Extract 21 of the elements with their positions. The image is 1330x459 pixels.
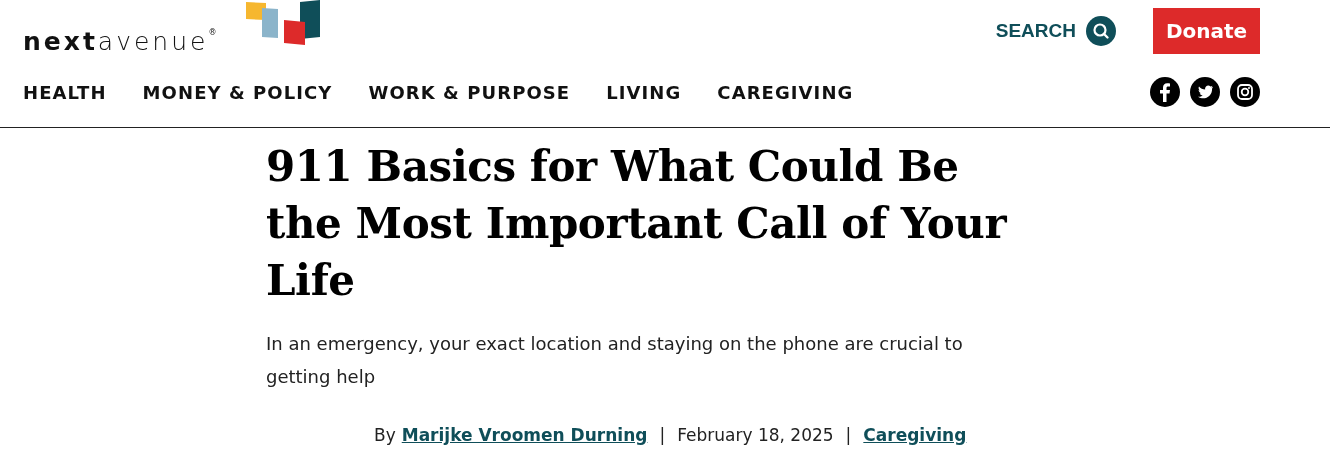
nav-link[interactable]: CAREGIVING bbox=[717, 78, 854, 106]
donate-button[interactable]: Donate bbox=[1153, 8, 1260, 54]
camera-icon[interactable] bbox=[1230, 77, 1260, 107]
publish-date: February 18, 2025 bbox=[677, 424, 834, 447]
bird-icon[interactable] bbox=[1190, 77, 1220, 107]
separator: | bbox=[659, 424, 666, 447]
category-link[interactable]: Caregiving bbox=[863, 423, 967, 449]
article-title: 911 Basics for What Could Be the Most Important Call of Your Life bbox=[266, 141, 1008, 307]
search-button[interactable]: SEARCH bbox=[995, 16, 1116, 46]
article-subtitle: In an emergency, your exact location and staying on the phone are crucial to getting help bbox=[266, 332, 964, 389]
logo-wordmark[interactable]: nextavenue® bbox=[23, 29, 217, 54]
facebook-icon[interactable] bbox=[1150, 77, 1180, 107]
nav-link[interactable]: LIVING bbox=[606, 78, 682, 106]
nav-link[interactable]: HEALTH bbox=[23, 78, 107, 106]
nav-link[interactable]: MONEY & POLICY bbox=[142, 78, 333, 106]
logo-icon bbox=[244, 0, 322, 47]
byline-label: By bbox=[374, 424, 396, 447]
author-link[interactable]: Marijke Vroomen Durning bbox=[401, 423, 648, 449]
nav-link[interactable]: WORK & PURPOSE bbox=[368, 78, 571, 106]
search-icon bbox=[1086, 16, 1116, 46]
separator: | bbox=[845, 424, 852, 447]
